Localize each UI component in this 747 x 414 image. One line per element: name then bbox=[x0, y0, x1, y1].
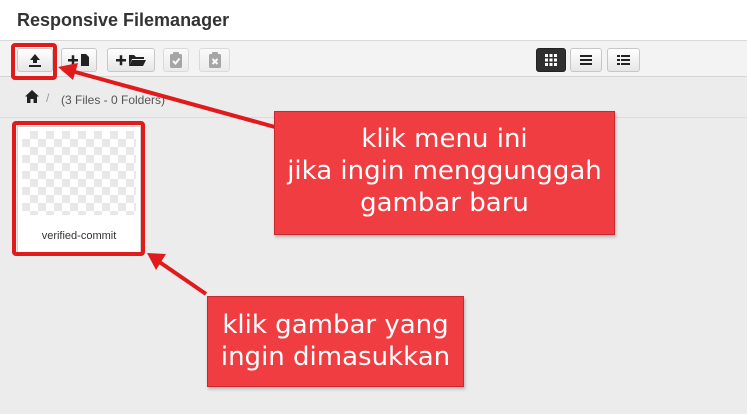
home-icon[interactable] bbox=[25, 90, 39, 106]
grid-view-icon bbox=[545, 54, 557, 66]
window-title: Responsive Filemanager bbox=[17, 10, 230, 30]
upload-callout-line-2: jika ingin menggunggah bbox=[287, 156, 602, 186]
list-view-button[interactable] bbox=[570, 48, 602, 72]
upload-callout-line-3: gambar baru bbox=[360, 188, 529, 218]
grid-view-button[interactable] bbox=[536, 48, 566, 72]
columns-view-button[interactable] bbox=[607, 48, 640, 72]
file-name: verified-commit bbox=[41, 230, 117, 242]
clear-clipboard-button[interactable] bbox=[199, 48, 230, 72]
upload-callout-line-1: klik menu ini bbox=[361, 124, 528, 154]
folder-count-info: (3 Files - 0 Folders) bbox=[61, 93, 166, 107]
new-file-icon bbox=[68, 53, 90, 67]
toolbar bbox=[0, 41, 747, 77]
new-folder-button[interactable] bbox=[107, 48, 155, 72]
upload-icon bbox=[27, 52, 43, 68]
image-callout-line-1: klik gambar yang bbox=[222, 310, 449, 340]
image-callout: klik gambar yang ingin dimasukkan bbox=[207, 296, 464, 387]
image-callout-line-2: ingin dimasukkan bbox=[220, 342, 451, 372]
file-thumbnail[interactable] bbox=[22, 131, 136, 215]
paste-button[interactable] bbox=[163, 48, 189, 72]
upload-callout: klik menu ini jika ingin menggunggah gam… bbox=[274, 111, 615, 235]
breadcrumb-separator: / bbox=[46, 91, 50, 105]
columns-view-icon bbox=[617, 54, 630, 66]
paste-icon bbox=[169, 52, 183, 68]
new-folder-icon bbox=[116, 53, 146, 67]
upload-button[interactable] bbox=[17, 48, 53, 72]
filemanager-window: Responsive Filemanager / (3 Files - 0 Fo… bbox=[0, 0, 747, 414]
clear-clipboard-icon bbox=[208, 52, 222, 68]
file-item[interactable]: verified-commit bbox=[17, 126, 141, 254]
title-bar: Responsive Filemanager bbox=[0, 0, 747, 41]
list-view-icon bbox=[580, 54, 592, 66]
new-file-button[interactable] bbox=[61, 48, 97, 72]
